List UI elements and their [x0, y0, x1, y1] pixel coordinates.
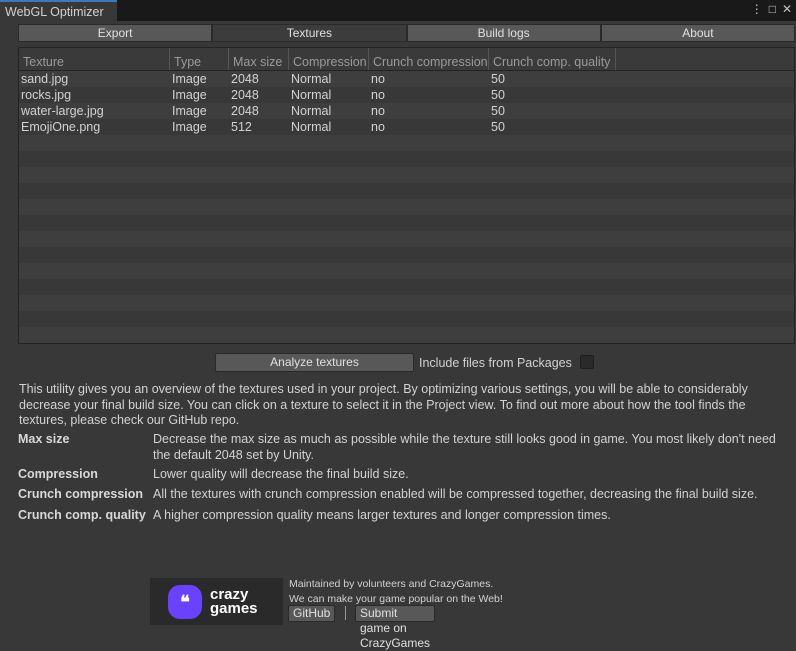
definition-desc: Decrease the max size as much as possibl… — [153, 432, 776, 462]
table-row[interactable]: water-large.jpg Image 2048 Normal no 50 — [19, 103, 794, 119]
column-header-type[interactable]: Type — [170, 48, 229, 70]
table-row — [19, 295, 794, 311]
table-cell: sand.jpg — [21, 72, 69, 86]
crazygames-logo-icon: ❝ — [168, 584, 202, 619]
definition-term: Max size — [18, 432, 70, 446]
table-cell: Normal — [291, 88, 332, 102]
column-header-max-size[interactable]: Max size — [229, 48, 289, 70]
table-cell: EmojiOne.png — [21, 120, 101, 134]
submit-game-button[interactable]: Submit game on CrazyGames — [355, 605, 436, 650]
title-bar: WebGL Optimizer ⋮ □ ✕ — [0, 0, 796, 21]
definition-compression: Compression Lower quality will decrease t… — [18, 467, 788, 483]
table-cell: Image — [172, 88, 207, 102]
github-button[interactable]: GitHub — [288, 605, 336, 622]
table-row — [19, 327, 794, 343]
logo-text-games: games — [210, 599, 258, 617]
table-header: Texture Type Max size Compression Crunch… — [19, 48, 794, 71]
definition-term: Compression — [18, 467, 98, 481]
definition-desc: A higher compression quality means large… — [153, 508, 611, 522]
definition-term: Crunch compression — [18, 487, 144, 501]
table-cell: no — [371, 72, 385, 86]
intro-text: This utility gives you an overview of th… — [19, 382, 748, 427]
definition-crunch-compression: Crunch compression All the textures with … — [18, 487, 788, 503]
tab-about[interactable]: About — [600, 24, 795, 42]
table-row — [19, 215, 794, 231]
table-row — [19, 199, 794, 215]
definition-desc: All the textures with crunch compression… — [153, 487, 758, 501]
include-packages-checkbox[interactable] — [580, 355, 594, 369]
table-row[interactable]: sand.jpg Image 2048 Normal no 50 — [19, 71, 794, 87]
table-cell: 50 — [491, 88, 505, 102]
textures-table: Texture Type Max size Compression Crunch… — [18, 47, 795, 344]
definition-crunch-quality: Crunch comp. quality A higher compression… — [18, 508, 788, 524]
table-cell: 2048 — [231, 104, 259, 118]
maximize-icon[interactable]: □ — [769, 2, 776, 16]
table-row — [19, 167, 794, 183]
analyze-textures-button[interactable]: Analyze textures — [215, 353, 414, 372]
table-cell: 512 — [231, 120, 252, 134]
definition-max-size: Max size Decrease the max size as much as… — [18, 432, 788, 463]
table-cell: water-large.jpg — [21, 104, 104, 118]
table-row — [19, 279, 794, 295]
crazygames-logo[interactable]: ❝ crazy games — [150, 578, 283, 625]
table-row — [19, 151, 794, 167]
table-row[interactable]: rocks.jpg Image 2048 Normal no 50 — [19, 87, 794, 103]
close-icon[interactable]: ✕ — [782, 2, 792, 16]
column-header-texture[interactable]: Texture — [19, 48, 170, 70]
definition-term: Crunch comp. quality — [18, 508, 146, 522]
tab-build-logs[interactable]: Build logs — [406, 24, 601, 42]
column-header-compression[interactable]: Compression — [289, 48, 369, 70]
table-cell: no — [371, 120, 385, 134]
table-cell: 2048 — [231, 72, 259, 86]
menu-icon[interactable]: ⋮ — [751, 2, 763, 16]
table-cell: 50 — [491, 104, 505, 118]
table-cell: no — [371, 104, 385, 118]
definition-desc: Lower quality will decrease the final bu… — [153, 467, 409, 481]
include-packages-label: Include files from Packages — [419, 356, 572, 370]
tab-textures[interactable]: Textures — [212, 24, 407, 42]
table-cell: Image — [172, 104, 207, 118]
table-cell: 50 — [491, 120, 505, 134]
column-header-crunch-compression[interactable]: Crunch compression — [369, 48, 489, 70]
table-cell: 2048 — [231, 88, 259, 102]
tab-export[interactable]: Export — [18, 24, 213, 42]
tab-bar: Export Textures Build logs About — [18, 24, 795, 42]
table-cell: Normal — [291, 72, 332, 86]
divider — [345, 606, 346, 620]
table-body: sand.jpg Image 2048 Normal no 50 rocks.jpg Imag… — [19, 71, 794, 343]
table-row — [19, 183, 794, 199]
table-cell: Normal — [291, 120, 332, 134]
table-cell: 50 — [491, 72, 505, 86]
table-cell: Image — [172, 120, 207, 134]
table-cell: Normal — [291, 104, 332, 118]
table-cell: no — [371, 88, 385, 102]
maintained-text: Maintained by volunteers and CrazyGames. — [289, 578, 494, 590]
column-header-crunch-quality[interactable]: Crunch comp. quality — [489, 48, 616, 70]
table-row — [19, 135, 794, 151]
table-cell: Image — [172, 72, 207, 86]
table-row — [19, 311, 794, 327]
table-row[interactable]: EmojiOne.png Image 512 Normal no 50 — [19, 119, 794, 135]
table-cell: rocks.jpg — [21, 88, 72, 102]
table-row — [19, 247, 794, 263]
table-row — [19, 231, 794, 247]
window-tab[interactable]: WebGL Optimizer — [0, 0, 117, 21]
table-row — [19, 263, 794, 279]
